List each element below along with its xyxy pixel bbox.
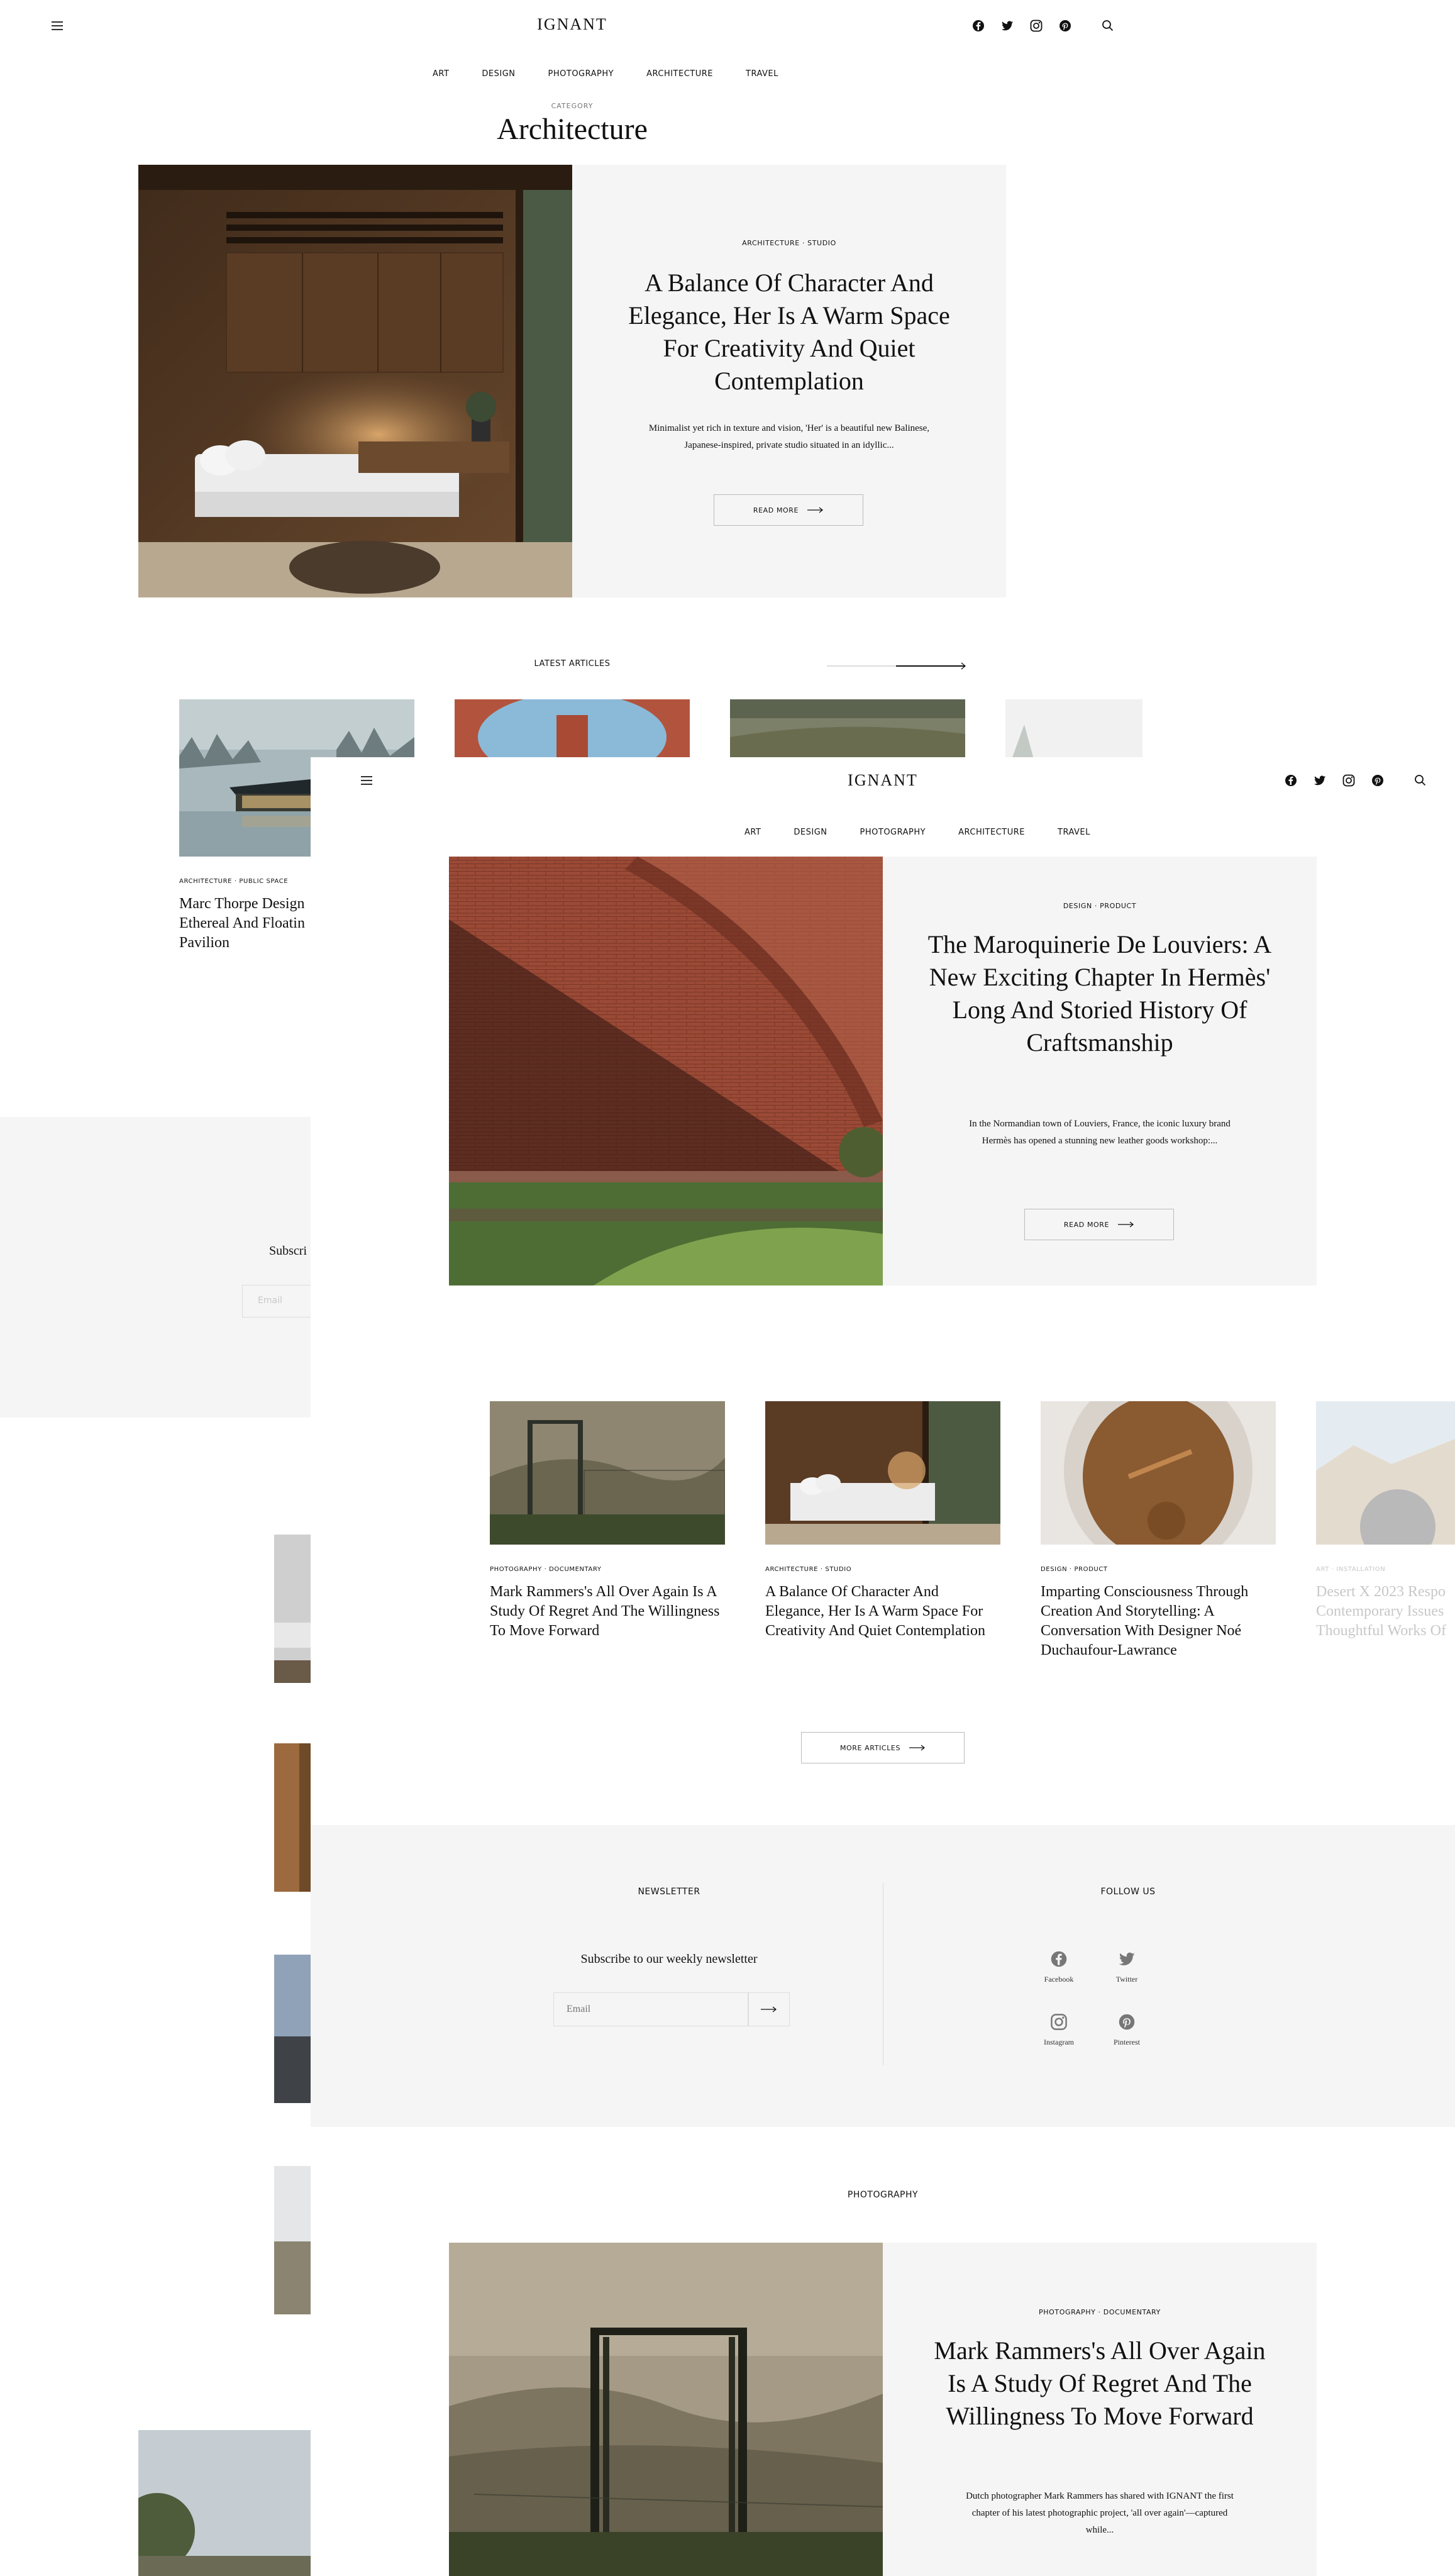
- arrow-right-icon: [1118, 1221, 1134, 1228]
- feature-excerpt: In the Normandian town of Louviers, Fran…: [969, 1119, 1231, 1146]
- facebook-icon[interactable]: [1284, 774, 1298, 787]
- nav-item-art[interactable]: ART: [744, 828, 761, 837]
- follow-pinterest[interactable]: Pinterest: [1095, 2012, 1158, 2047]
- main-nav: ART DESIGN PHOTOGRAPHY ARCHITECTURE TRAV…: [433, 69, 778, 79]
- section-feature-title[interactable]: Mark Rammers's All Over Again Is A Study…: [924, 2334, 1276, 2433]
- pinterest-icon[interactable]: [1058, 19, 1072, 33]
- card-title-4[interactable]: Desert X 2023 Respo Contemporary Issues …: [1316, 1582, 1455, 1641]
- section-feature-tag[interactable]: PHOTOGRAPHY · DOCUMENTARY: [883, 2308, 1317, 2316]
- bg-thumb-3[interactable]: [274, 1955, 312, 2103]
- follow-instagram[interactable]: Instagram: [1027, 2012, 1090, 2047]
- bg-thumb-5[interactable]: [138, 2430, 314, 2576]
- twitter-icon[interactable]: [1313, 774, 1327, 787]
- bg-thumb-4[interactable]: [274, 2166, 312, 2314]
- twitter-icon: [1119, 1952, 1135, 1965]
- hero-excerpt: Minimalist yet rich in texture and visio…: [648, 423, 930, 450]
- latest-heading: LATEST ARTICLES: [534, 659, 611, 669]
- follow-label: Instagram: [1044, 2038, 1074, 2046]
- nav-item-design[interactable]: DESIGN: [482, 69, 515, 79]
- latest-card-image-2[interactable]: [455, 699, 690, 759]
- overlay-main-nav: ART DESIGN PHOTOGRAPHY ARCHITECTURE TRAV…: [744, 828, 1090, 837]
- bg-email-input[interactable]: Email: [242, 1285, 311, 1318]
- category-label: CATEGORY: [551, 102, 594, 110]
- instagram-icon[interactable]: [1342, 774, 1356, 787]
- overlay-page: IGNANT ART DESIGN PHOTOGRAPHY ARCHITECTU…: [311, 757, 1455, 2576]
- card-image-4[interactable]: [1316, 1401, 1455, 1545]
- slider-track[interactable]: [827, 662, 966, 670]
- hero-title[interactable]: A Balance Of Character And Elegance, Her…: [610, 267, 968, 397]
- nav-item-photography[interactable]: PHOTOGRAPHY: [548, 69, 614, 79]
- card-title-2[interactable]: A Balance Of Character And Elegance, Her…: [765, 1582, 1000, 1641]
- hero-image[interactable]: [138, 165, 572, 597]
- newsletter-heading: NEWSLETTER: [638, 1887, 700, 1897]
- card-image-3[interactable]: [1041, 1401, 1276, 1545]
- facebook-icon[interactable]: [971, 19, 985, 33]
- card-image-1[interactable]: [490, 1401, 725, 1545]
- bg-thumb-2[interactable]: [274, 1743, 312, 1892]
- bg-newsletter-band: [0, 1117, 314, 1418]
- follow-label: Pinterest: [1114, 2038, 1140, 2046]
- follow-label: Facebook: [1044, 1975, 1074, 1984]
- card-tag-1[interactable]: PHOTOGRAPHY · DOCUMENTARY: [490, 1566, 602, 1573]
- instagram-icon[interactable]: [1029, 19, 1043, 33]
- card-title-3[interactable]: Imparting Consciousness Through Creation…: [1041, 1582, 1276, 1660]
- arrow-right-icon: [761, 2006, 777, 2012]
- feature-title[interactable]: The Maroquinerie De Louviers: A New Exci…: [924, 928, 1276, 1059]
- nav-item-photography[interactable]: PHOTOGRAPHY: [860, 828, 926, 837]
- nav-item-architecture[interactable]: ARCHITECTURE: [958, 828, 1025, 837]
- nav-item-travel[interactable]: TRAVEL: [1058, 828, 1090, 837]
- search-icon[interactable]: [1101, 19, 1115, 33]
- slider-progress: [896, 665, 965, 667]
- bg-newsletter-text: Subscri: [269, 1244, 307, 1258]
- card-tag-2[interactable]: ARCHITECTURE · STUDIO: [765, 1566, 851, 1573]
- feature-read-more-button[interactable]: READ MORE: [1024, 1209, 1174, 1240]
- nav-item-design[interactable]: DESIGN: [794, 828, 827, 837]
- feature-tag[interactable]: DESIGN · PRODUCT: [883, 902, 1317, 910]
- latest-card-title[interactable]: Marc Thorpe Design Ethereal And Floatin …: [179, 894, 311, 953]
- newsletter-subtitle: Subscribe to our weekly newsletter: [580, 1952, 758, 1966]
- page-title: Architecture: [497, 113, 648, 146]
- facebook-icon: [1051, 1951, 1067, 1967]
- instagram-icon: [1051, 2014, 1067, 2030]
- twitter-icon[interactable]: [1000, 19, 1014, 33]
- latest-card-image-3[interactable]: [730, 699, 965, 759]
- follow-twitter[interactable]: Twitter: [1095, 1950, 1158, 1984]
- hero-read-more-button[interactable]: READ MORE: [714, 494, 863, 526]
- hero-tag[interactable]: ARCHITECTURE · STUDIO: [572, 239, 1006, 247]
- nav-item-art[interactable]: ART: [433, 69, 449, 79]
- pinterest-icon[interactable]: [1371, 774, 1385, 787]
- follow-heading: FOLLOW US: [1100, 1887, 1156, 1897]
- search-icon[interactable]: [1414, 774, 1427, 787]
- latest-card-image-4[interactable]: [1005, 699, 1142, 759]
- nav-item-architecture[interactable]: ARCHITECTURE: [646, 69, 713, 79]
- newsletter-email-input[interactable]: [553, 1992, 748, 2026]
- card-tag-4[interactable]: ART · INSTALLATION: [1316, 1566, 1385, 1573]
- overlay-site-logo[interactable]: IGNANT: [311, 771, 1455, 790]
- section-heading: PHOTOGRAPHY: [847, 2190, 919, 2200]
- feature-image[interactable]: [449, 857, 883, 1285]
- follow-label: Twitter: [1115, 1975, 1138, 1984]
- arrow-right-icon: [807, 507, 824, 513]
- section-feature-excerpt: Dutch photographer Mark Rammers has shar…: [966, 2491, 1234, 2535]
- nav-item-travel[interactable]: TRAVEL: [746, 69, 778, 79]
- social-icons: [971, 19, 1115, 33]
- bg-thumb-1[interactable]: [274, 1535, 312, 1683]
- latest-card-tag[interactable]: ARCHITECTURE · PUBLIC SPACE: [179, 878, 288, 885]
- follow-facebook[interactable]: Facebook: [1027, 1950, 1090, 1984]
- newsletter-submit-button[interactable]: [748, 1992, 790, 2026]
- card-title-1[interactable]: Mark Rammers's All Over Again Is A Study…: [490, 1582, 725, 1641]
- arrow-right-icon: [909, 1745, 926, 1751]
- card-tag-3[interactable]: DESIGN · PRODUCT: [1041, 1566, 1108, 1573]
- section-feature-image[interactable]: [449, 2243, 883, 2576]
- overlay-social-icons: [1284, 774, 1427, 787]
- pinterest-icon: [1119, 2014, 1135, 2030]
- card-image-2[interactable]: [765, 1401, 1000, 1545]
- slider-arrow-icon: [961, 662, 966, 670]
- more-articles-button[interactable]: MORE ARTICLES: [801, 1732, 965, 1763]
